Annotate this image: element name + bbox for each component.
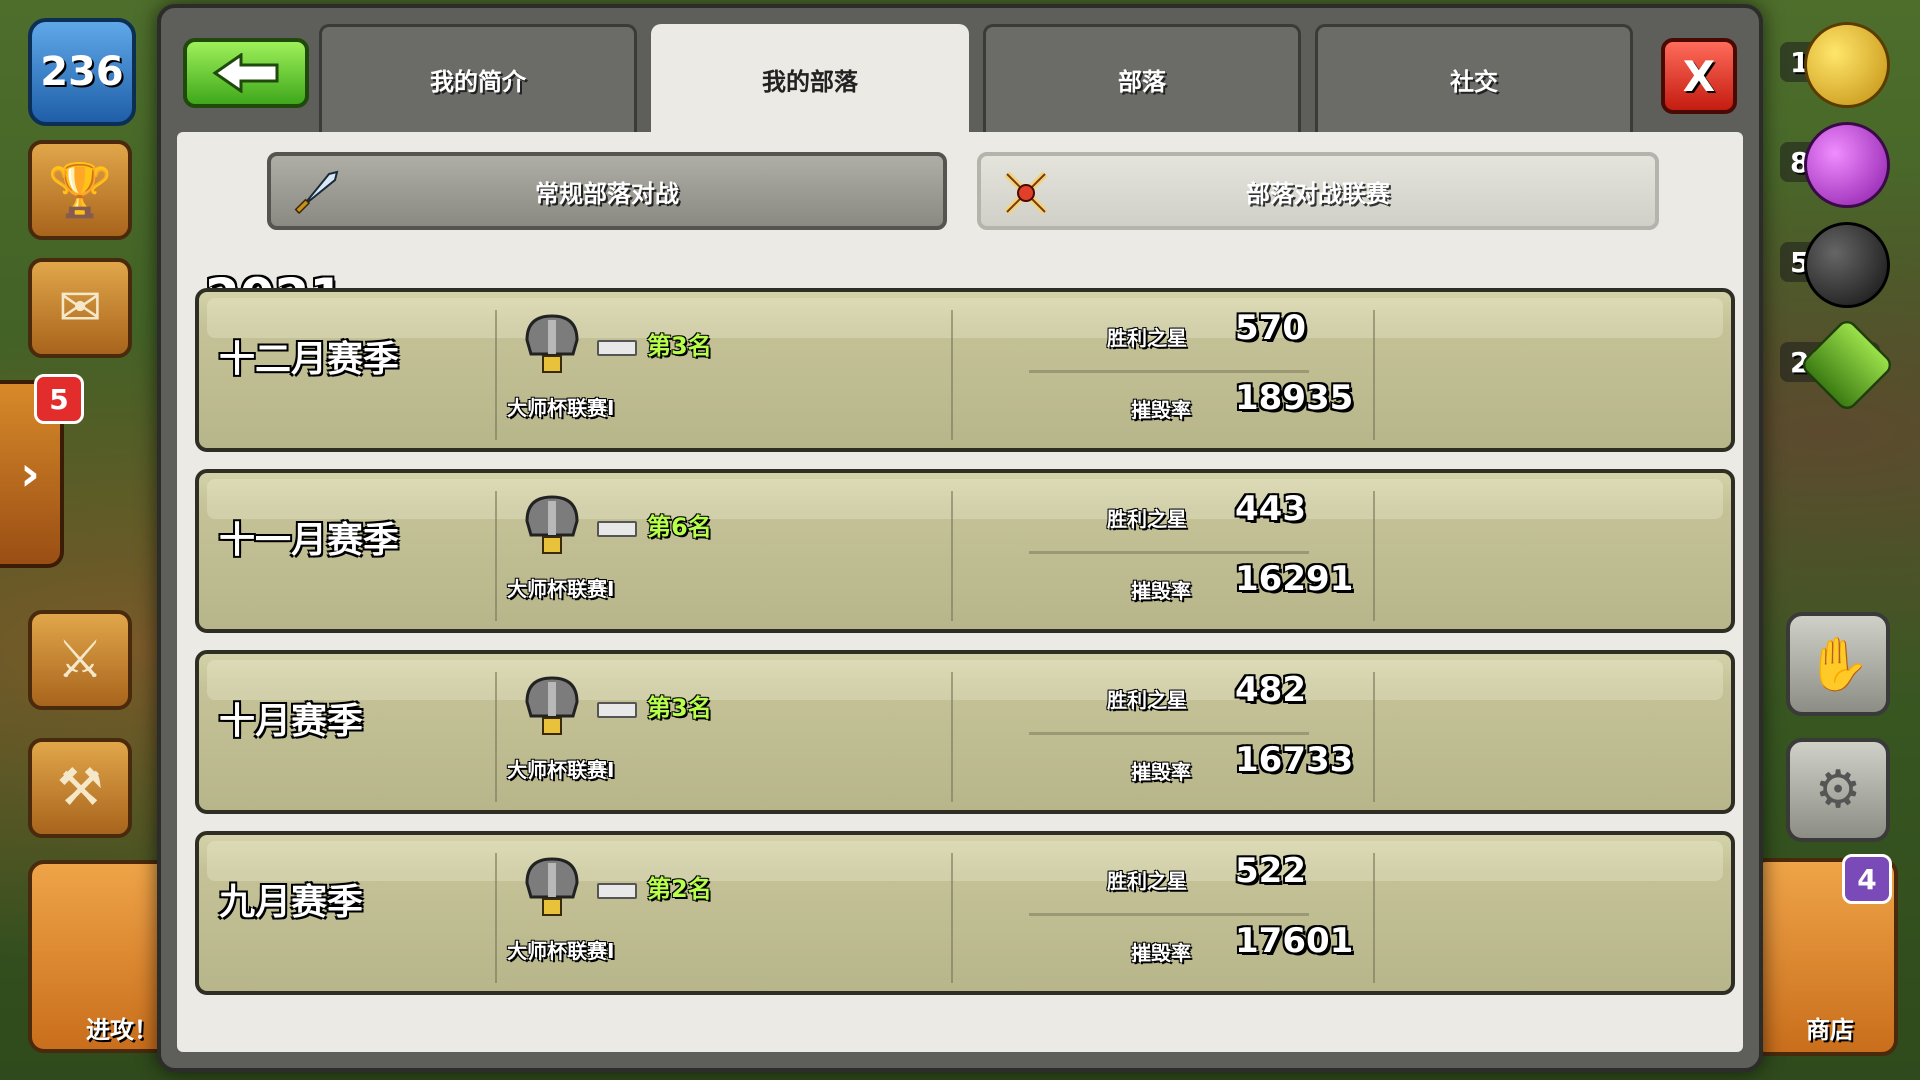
league-rank: 第3名 — [647, 332, 712, 360]
close-icon: X — [1682, 51, 1716, 101]
destruction-label: 摧毁率 — [1131, 398, 1191, 422]
row-divider — [951, 491, 953, 621]
tab-my-clan[interactable]: 我的部落 — [651, 24, 969, 132]
master-league-helmet-icon — [525, 857, 579, 916]
league-rank: 第6名 — [647, 513, 712, 541]
trophy-button[interactable]: 🏆 — [28, 140, 132, 240]
master-league-helmet-icon — [525, 676, 579, 735]
back-button[interactable] — [183, 38, 309, 108]
shop-label: 商店 — [1806, 1016, 1854, 1044]
clan-war-log-panel: 常规部落对战 部落对战联赛 2021 十二月赛季 第3名 大师杯联赛I — [177, 132, 1743, 1052]
stat-separator — [1029, 551, 1309, 554]
arrow-left-icon — [212, 53, 279, 93]
tab-social[interactable]: 社交 — [1315, 24, 1633, 132]
rank-change-dash — [597, 521, 637, 537]
row-divider — [495, 672, 497, 802]
league-name: 大师杯联赛I — [507, 758, 615, 782]
row-divider — [495, 853, 497, 983]
trophy-icon: 🏆 — [47, 160, 113, 221]
master-league-helmet-icon — [525, 495, 579, 554]
builder-button[interactable]: ⚒ — [28, 738, 132, 838]
elixir-drop-icon — [1804, 122, 1890, 208]
builder-icon: ⚒ — [56, 758, 104, 818]
chat-notification-badge: 5 — [34, 374, 84, 424]
stat-separator — [1029, 732, 1309, 735]
row-divider — [951, 672, 953, 802]
row-divider — [495, 491, 497, 621]
stars-label: 胜利之星 — [1107, 326, 1187, 350]
destruction-value: 16291 — [1235, 559, 1354, 599]
clan-profile-modal: 我的简介 我的部落 部落 社交 X 常规部落对战 部落对战联赛 2021 十二月… — [157, 4, 1763, 1072]
move-hand-icon: ✋ — [1805, 634, 1871, 695]
destruction-label: 摧毁率 — [1131, 941, 1191, 965]
destruction-label: 摧毁率 — [1131, 760, 1191, 784]
tab-my-profile[interactable]: 我的简介 — [319, 24, 637, 132]
row-divider — [1373, 853, 1375, 983]
layout-edit-button[interactable]: ✋ — [1786, 612, 1890, 716]
stat-separator — [1029, 370, 1309, 373]
season-name: 十一月赛季 — [219, 520, 400, 561]
stat-separator — [1029, 913, 1309, 916]
clan-war-button[interactable]: ⚔ — [28, 610, 132, 710]
row-divider — [495, 310, 497, 440]
season-row: 九月赛季 第2名 大师杯联赛I 胜利之星 522 摧毁率 17601 — [195, 831, 1735, 995]
destruction-value: 17601 — [1235, 921, 1354, 961]
right-hud: 10 81 54 27 ✋ ⚙ 4 商店 — [1750, 0, 1920, 1080]
stars-label: 胜利之星 — [1107, 688, 1187, 712]
sword-icon — [294, 170, 339, 215]
settings-button[interactable]: ⚙ — [1786, 738, 1890, 842]
dark-elixir-icon — [1804, 222, 1890, 308]
season-row: 十一月赛季 第6名 大师杯联赛I 胜利之星 443 摧毁率 16291 — [195, 469, 1735, 633]
season-name: 十月赛季 — [219, 701, 364, 742]
player-level-badge[interactable]: 236 — [28, 18, 136, 126]
subtab-label: 常规部落对战 — [535, 179, 679, 208]
rank-change-dash — [597, 340, 637, 356]
stars-value: 522 — [1235, 851, 1306, 891]
season-name: 九月赛季 — [219, 882, 364, 923]
close-button[interactable]: X — [1661, 38, 1737, 114]
left-hud: 236 🏆 ✉ › 5 ⚔ ⚒ 进攻！ — [0, 0, 176, 1080]
subtab-regular-clan-war[interactable]: 常规部落对战 — [267, 152, 947, 230]
row-divider — [1373, 672, 1375, 802]
gear-icon: ⚙ — [1814, 760, 1862, 820]
rank-change-dash — [597, 702, 637, 718]
mail-button[interactable]: ✉ — [28, 258, 132, 358]
gem-icon — [1798, 316, 1896, 414]
stars-value: 482 — [1235, 670, 1306, 710]
season-row: 十二月赛季 第3名 大师杯联赛I 胜利之星 570 摧毁率 18935 — [195, 288, 1735, 452]
subtab-clan-war-league[interactable]: 部落对战联赛 — [977, 152, 1659, 230]
crossed-swords-icon: ⚔ — [56, 630, 104, 690]
mail-icon: ✉ — [58, 278, 102, 338]
league-rank: 第3名 — [647, 694, 712, 722]
rank-change-dash — [597, 883, 637, 899]
row-divider — [951, 853, 953, 983]
row-divider — [951, 310, 953, 440]
league-name: 大师杯联赛I — [507, 396, 615, 420]
row-divider — [1373, 491, 1375, 621]
season-name: 十二月赛季 — [219, 339, 400, 380]
destruction-label: 摧毁率 — [1131, 579, 1191, 603]
attack-label: 进攻！ — [86, 1016, 158, 1044]
tab-clans[interactable]: 部落 — [983, 24, 1301, 132]
subtab-label: 部落对战联赛 — [1246, 179, 1390, 208]
gold-coin-icon — [1804, 22, 1890, 108]
row-divider — [1373, 310, 1375, 440]
crossed-swords-icon — [1004, 171, 1048, 215]
league-name: 大师杯联赛I — [507, 577, 615, 601]
stars-value: 443 — [1235, 489, 1306, 529]
stars-value: 570 — [1235, 308, 1306, 348]
chevron-right-icon: › — [20, 446, 40, 502]
league-name: 大师杯联赛I — [507, 939, 615, 963]
stars-label: 胜利之星 — [1107, 507, 1187, 531]
league-rank: 第2名 — [647, 875, 712, 903]
shop-notification-badge: 4 — [1842, 854, 1892, 904]
destruction-value: 16733 — [1235, 740, 1354, 780]
master-league-helmet-icon — [525, 314, 579, 373]
season-row: 十月赛季 第3名 大师杯联赛I 胜利之星 482 摧毁率 16733 — [195, 650, 1735, 814]
destruction-value: 18935 — [1235, 378, 1354, 418]
stars-label: 胜利之星 — [1107, 869, 1187, 893]
